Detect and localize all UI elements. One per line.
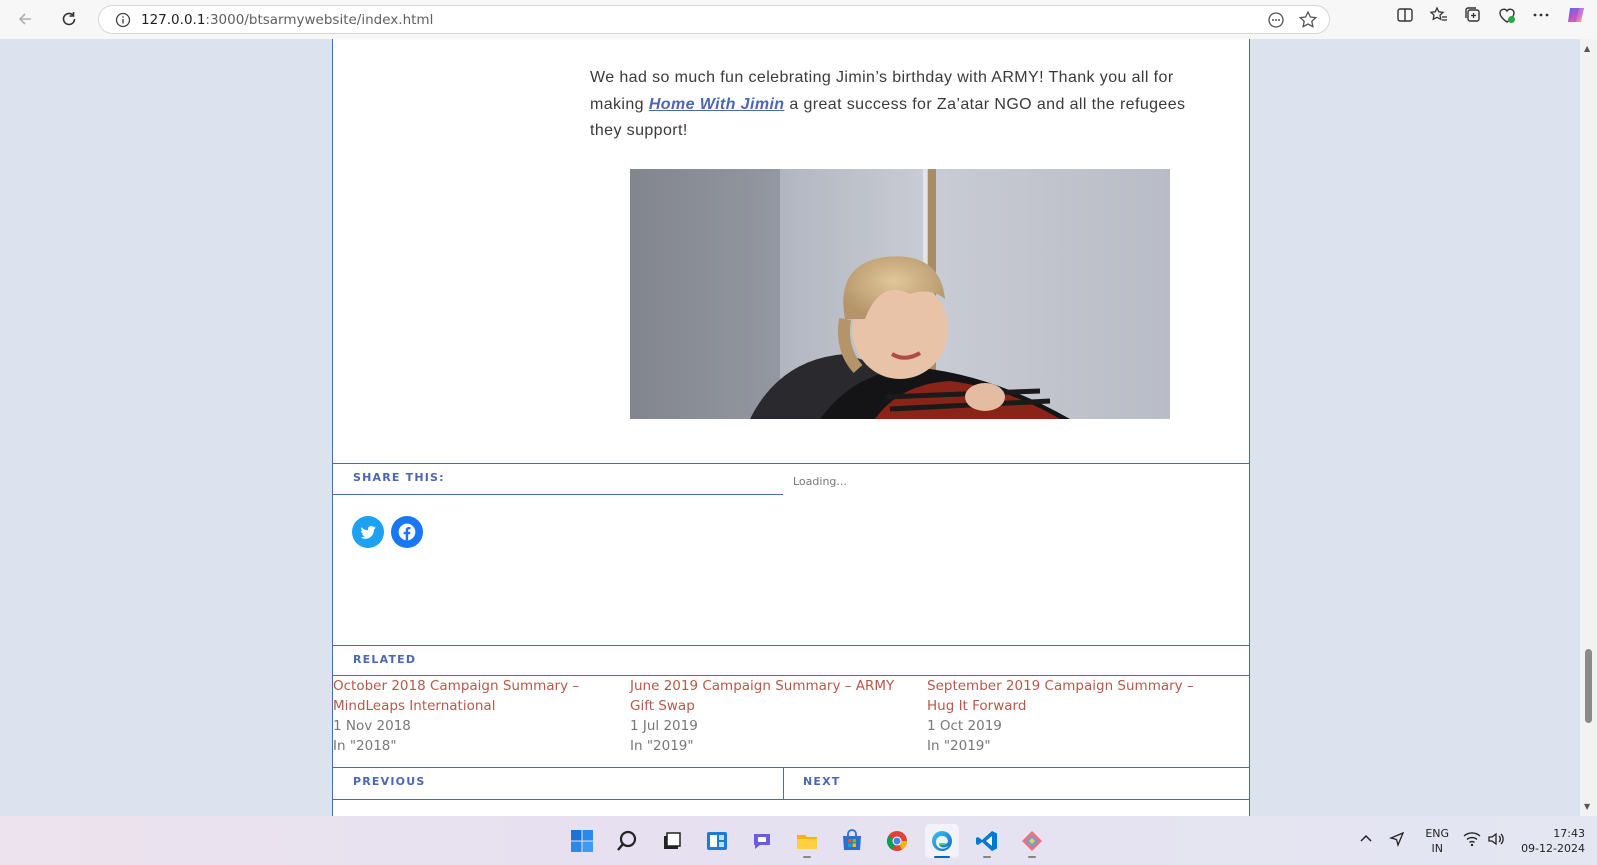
taskbar: ENG IN 17:43 09-12-2024 — [0, 816, 1597, 865]
location-icon[interactable] — [1389, 831, 1405, 850]
related-post-category: In "2019" — [927, 738, 991, 754]
related-post-2[interactable]: June 2019 Campaign Summary – ARMY Gift S… — [630, 676, 910, 756]
scroll-up-icon[interactable]: ▲ — [1584, 44, 1590, 53]
address-bar[interactable]: 127.0.0.1:3000/btsarmywebsite/index.html — [98, 5, 1330, 34]
twitter-share-button[interactable] — [352, 516, 384, 548]
divider — [783, 767, 784, 800]
favorite-star-icon[interactable] — [1297, 9, 1319, 35]
divider — [333, 767, 1249, 768]
volume-icon[interactable] — [1487, 831, 1505, 850]
site-info-icon[interactable] — [109, 12, 137, 28]
related-post-3[interactable]: September 2019 Campaign Summary – Hug It… — [927, 676, 1207, 756]
related-post-category: In "2019" — [630, 738, 694, 754]
related-post-date: 1 Oct 2019 — [927, 718, 1002, 734]
divider — [333, 463, 1249, 464]
related-post-date: 1 Jul 2019 — [630, 718, 698, 734]
edge-icon — [932, 831, 952, 851]
language-indicator[interactable]: ENG IN — [1425, 826, 1449, 856]
widgets-button[interactable] — [700, 824, 734, 858]
collections-icon[interactable] — [1463, 5, 1483, 29]
search-button[interactable] — [610, 824, 644, 858]
next-post-link[interactable]: NEXT — [803, 775, 841, 788]
store-icon — [843, 829, 861, 850]
divider — [333, 799, 1249, 800]
folder-icon — [797, 835, 817, 849]
copilot-icon[interactable] — [1565, 4, 1587, 30]
teams-chat-button[interactable] — [745, 824, 779, 858]
facebook-icon — [398, 523, 416, 541]
reload-button[interactable] — [54, 4, 84, 34]
clock[interactable]: 17:43 09-12-2024 — [1521, 826, 1585, 856]
system-tray: ENG IN 17:43 09-12-2024 — [1359, 816, 1597, 865]
favorites-icon[interactable] — [1429, 5, 1449, 29]
share-this-label: SHARE THIS: — [353, 471, 445, 484]
search-icon — [617, 830, 637, 851]
edge-button[interactable] — [925, 824, 959, 858]
vscode-icon — [976, 831, 997, 851]
page-scrollbar[interactable]: ▲ ▼ — [1580, 39, 1597, 816]
file-explorer-button[interactable] — [790, 824, 824, 858]
split-screen-icon[interactable] — [1395, 5, 1415, 29]
chevron-up-icon[interactable] — [1359, 832, 1373, 849]
git-icon — [1022, 831, 1042, 851]
browser-toolbar: 127.0.0.1:3000/btsarmywebsite/index.html — [0, 0, 1597, 39]
back-arrow-icon — [18, 13, 31, 25]
reader-mode-icon[interactable] — [1265, 9, 1287, 35]
post-paragraph: We had so much fun celebrating Jimin’s b… — [590, 69, 1186, 139]
related-post-date: 1 Nov 2018 — [333, 718, 411, 734]
back-button[interactable] — [10, 4, 40, 34]
related-post-title[interactable]: September 2019 Campaign Summary – Hug It… — [927, 676, 1207, 716]
start-button[interactable] — [565, 824, 599, 858]
divider — [333, 645, 1249, 646]
related-post-category: In "2018" — [333, 738, 397, 754]
microsoft-store-button[interactable] — [835, 824, 869, 858]
page-viewport: We had so much fun celebrating Jimin’s b… — [0, 39, 1580, 816]
scroll-down-icon[interactable]: ▼ — [1584, 802, 1590, 811]
related-post-1[interactable]: October 2018 Campaign Summary – MindLeap… — [333, 676, 613, 756]
widgets-icon — [707, 832, 727, 850]
scroll-thumb[interactable] — [1585, 649, 1592, 723]
windows-logo-icon — [571, 830, 593, 852]
task-view-button[interactable] — [655, 824, 689, 858]
post-content: We had so much fun celebrating Jimin’s b… — [332, 39, 1250, 816]
more-options-icon[interactable] — [1531, 5, 1551, 29]
wifi-icon[interactable] — [1463, 831, 1481, 850]
chat-icon — [754, 834, 770, 849]
loading-text: Loading... — [793, 475, 847, 488]
chrome-icon — [887, 831, 908, 851]
reload-icon — [62, 12, 76, 26]
vscode-button[interactable] — [970, 824, 1004, 858]
related-post-title[interactable]: June 2019 Campaign Summary – ARMY Gift S… — [630, 676, 910, 716]
home-with-jimin-link[interactable]: Home With Jimin — [649, 96, 785, 113]
twitter-icon — [360, 526, 376, 539]
git-tool-button[interactable] — [1015, 824, 1049, 858]
task-view-icon — [664, 832, 681, 849]
chrome-button[interactable] — [880, 824, 914, 858]
browser-essentials-icon[interactable] — [1497, 5, 1517, 29]
previous-post-link[interactable]: PREVIOUS — [353, 775, 425, 788]
related-post-title[interactable]: October 2018 Campaign Summary – MindLeap… — [333, 676, 613, 716]
jimin-photo — [630, 169, 1170, 419]
url-text: 127.0.0.1:3000/btsarmywebsite/index.html — [141, 11, 434, 28]
divider — [333, 494, 783, 495]
related-label: RELATED — [353, 653, 417, 666]
facebook-share-button[interactable] — [391, 516, 423, 548]
